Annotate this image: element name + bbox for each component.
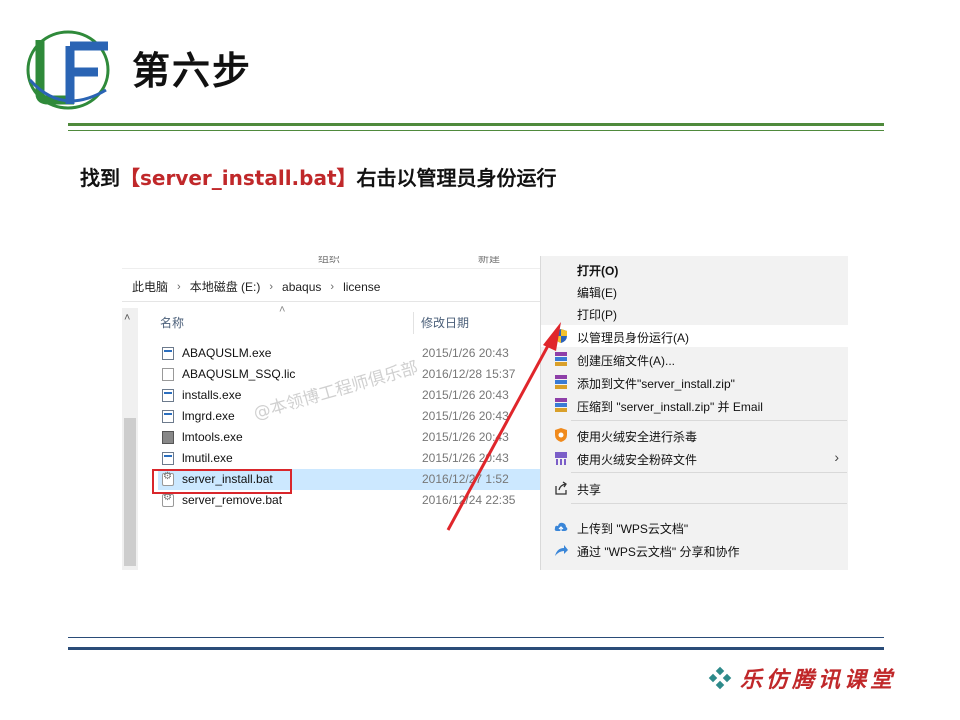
breadcrumb[interactable]: 此电脑 › 本地磁盘 (E:) › abaqus › license — [122, 272, 540, 302]
top-rule-thin — [68, 130, 884, 131]
file-date: 2015/1/26 20:43 — [422, 346, 509, 360]
menu-item-create-archive[interactable]: 创建压缩文件(A)... — [541, 348, 848, 370]
menu-label: 打印(P) — [577, 308, 617, 322]
brand-name: 乐仿腾讯课堂 — [740, 667, 897, 693]
chevron-right-icon: › — [269, 280, 274, 293]
winrar-icon — [555, 375, 567, 389]
file-name: ABAQUSLM.exe — [182, 346, 272, 360]
winrar-icon — [555, 398, 567, 412]
file-name: lmutil.exe — [182, 451, 233, 465]
file-date: 2015/1/26 20:43 — [422, 409, 509, 423]
menu-label: 添加到文件"server_install.zip" — [577, 377, 735, 391]
menu-item-share-wps[interactable]: 通过 "WPS云文档" 分享和协作 — [541, 539, 848, 561]
instruction-pre: 找到 — [80, 166, 120, 190]
menu-item-print[interactable]: 打印(P) — [541, 302, 848, 324]
file-name: installs.exe — [182, 388, 242, 402]
file-date: 2015/1/26 20:43 — [422, 430, 509, 444]
chevron-right-icon: › — [330, 280, 335, 293]
tool-exe-icon — [162, 431, 174, 444]
menu-item-open[interactable]: 打开(O) — [541, 258, 848, 280]
column-divider[interactable] — [413, 312, 414, 334]
lf-logo — [26, 30, 110, 110]
share-icon — [555, 481, 567, 495]
brand-footer: 乐仿腾讯课堂 — [708, 662, 896, 694]
menu-separator — [571, 503, 847, 504]
instruction-post: 右击以管理员身份运行 — [356, 166, 557, 190]
menu-label: 通过 "WPS云文档" 分享和协作 — [577, 545, 740, 559]
file-row[interactable]: lmtools.exe 2015/1/26 20:43 — [158, 427, 540, 448]
file-name: lmgrd.exe — [182, 409, 235, 423]
ribbon-fragment: 新建 — [478, 256, 500, 265]
brand-diamond-icon — [708, 666, 732, 690]
menu-item-edit[interactable]: 编辑(E) — [541, 280, 848, 302]
context-menu: 打开(O) 编辑(E) 打印(P) 以管理员身份运行(A) 创建压缩文件(A).… — [540, 256, 848, 570]
menu-separator — [571, 472, 847, 473]
file-row[interactable]: lmgrd.exe 2015/1/26 20:43 — [158, 406, 540, 427]
file-row[interactable]: ABAQUSLM.exe 2015/1/26 20:43 — [158, 343, 540, 364]
huorong-shield-icon — [555, 428, 567, 442]
file-name: server_remove.bat — [182, 493, 283, 507]
menu-item-scan-virus[interactable]: 使用火绒安全进行杀毒 — [541, 424, 848, 446]
vertical-scrollbar[interactable]: ˄ — [122, 308, 138, 570]
menu-separator — [571, 420, 847, 421]
menu-label: 创建压缩文件(A)... — [577, 354, 675, 368]
exe-icon — [162, 347, 174, 360]
menu-label: 编辑(E) — [577, 286, 617, 300]
breadcrumb-license[interactable]: license — [343, 280, 380, 294]
exe-icon — [162, 452, 174, 465]
slide-title: 第六步 — [132, 49, 253, 93]
menu-item-shred-file[interactable]: 使用火绒安全粉碎文件 › — [541, 447, 848, 469]
menu-label: 使用火绒安全进行杀毒 — [577, 430, 698, 444]
menu-label: 压缩到 "server_install.zip" 并 Email — [577, 400, 763, 414]
chevron-right-icon: › — [177, 280, 181, 293]
license-file-icon — [162, 368, 174, 381]
winrar-icon — [555, 352, 567, 366]
file-name: lmtools.exe — [182, 430, 243, 444]
breadcrumb-local-disk[interactable]: 本地磁盘 (E:) — [190, 278, 261, 295]
instruction-filename: 【server_install.bat】 — [120, 166, 357, 190]
menu-item-share[interactable]: 共享 — [541, 477, 848, 499]
exe-icon — [162, 410, 174, 423]
instruction-text: 找到【server_install.bat】右击以管理员身份运行 — [80, 162, 557, 191]
column-header-modified[interactable]: 修改日期 — [421, 314, 469, 331]
breadcrumb-abaqus[interactable]: abaqus — [282, 280, 321, 294]
bottom-rule — [68, 647, 884, 650]
ribbon-fragment: 组织 — [318, 256, 340, 265]
scroll-up-icon[interactable]: ˄ — [124, 312, 130, 324]
column-header-name[interactable]: 名称 — [160, 314, 184, 331]
wps-share-icon — [555, 545, 568, 556]
exe-icon — [162, 389, 174, 402]
sort-ascending-icon: ˄ — [279, 304, 286, 316]
top-rule — [68, 123, 884, 126]
cloud-upload-icon — [554, 522, 568, 532]
file-date: 2015/1/26 20:43 — [422, 451, 509, 465]
menu-item-add-to-zip[interactable]: 添加到文件"server_install.zip" — [541, 371, 848, 393]
menu-label: 以管理员身份运行(A) — [577, 331, 689, 345]
menu-item-upload-wps[interactable]: 上传到 "WPS云文档" — [541, 516, 848, 538]
file-date: 2016/12/24 22:35 — [422, 493, 516, 507]
file-date: 2015/1/26 20:43 — [422, 388, 509, 402]
menu-item-run-as-admin[interactable]: 以管理员身份运行(A) — [541, 325, 848, 347]
menu-label: 共享 — [577, 483, 602, 497]
embedded-screenshot: 组织 新建 此电脑 › 本地磁盘 (E:) › abaqus › license… — [122, 256, 848, 570]
menu-label: 上传到 "WPS云文档" — [577, 522, 689, 536]
file-row[interactable]: lmutil.exe 2015/1/26 20:43 — [158, 448, 540, 469]
file-date: 2016/12/28 15:37 — [422, 367, 516, 381]
menu-label: 使用火绒安全粉碎文件 — [577, 453, 698, 467]
breadcrumb-this-pc[interactable]: 此电脑 — [132, 278, 168, 295]
ribbon-cut-off: 组织 新建 — [122, 256, 540, 269]
batch-file-icon — [162, 492, 174, 507]
file-explorer: 组织 新建 此电脑 › 本地磁盘 (E:) › abaqus › license… — [122, 256, 540, 570]
file-date: 2016/12/27 1:52 — [422, 472, 509, 486]
bottom-rule-thin — [68, 637, 884, 638]
menu-item-zip-and-email[interactable]: 压缩到 "server_install.zip" 并 Email — [541, 394, 848, 416]
file-name: ABAQUSLM_SSQ.lic — [182, 367, 296, 381]
menu-label: 打开(O) — [577, 264, 619, 278]
uac-shield-icon — [555, 329, 567, 343]
shredder-icon — [555, 452, 567, 465]
highlight-box — [152, 469, 292, 494]
chevron-right-icon: › — [834, 449, 839, 465]
scroll-thumb[interactable] — [124, 418, 136, 566]
